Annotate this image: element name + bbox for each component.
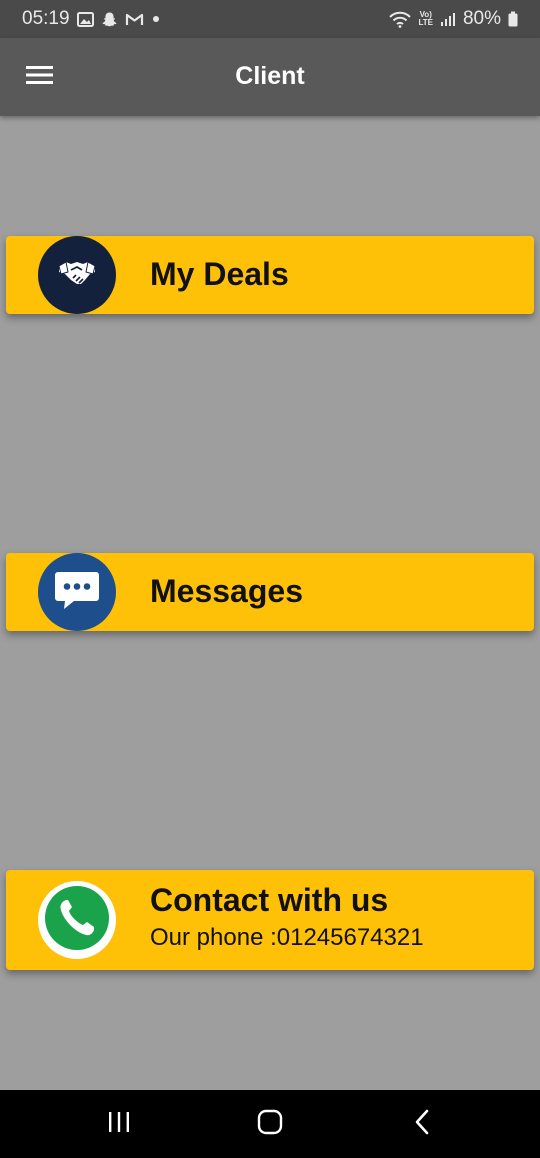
my-deals-card[interactable]: My Deals [6, 236, 534, 314]
contact-phone: Our phone :01245674321 [150, 924, 424, 951]
snapchat-notification-icon [101, 11, 118, 28]
gallery-notification-icon [76, 11, 94, 27]
wifi-icon [389, 11, 412, 28]
handshake-icon [57, 256, 97, 295]
home-icon [257, 1109, 283, 1140]
contact-title: Contact with us [150, 882, 389, 918]
my-deals-label: My Deals [150, 256, 289, 292]
more-notifications-dot-icon [151, 14, 161, 24]
recent-apps-icon [107, 1111, 131, 1138]
network-type-label: LTE [418, 18, 433, 27]
messages-label: Messages [150, 573, 303, 609]
app-toolbar: Client [0, 38, 540, 116]
status-bar: 05:19 Vo) LTE 80% [0, 0, 540, 38]
volte-lte-icon: Vo) LTE [418, 10, 433, 27]
system-navigation-bar [0, 1090, 540, 1158]
messages-icon-circle [38, 553, 116, 631]
page-title: Client [235, 62, 305, 90]
battery-percent: 80% [462, 8, 501, 29]
contact-icon-circle [38, 881, 116, 959]
whatsapp-phone-icon [42, 883, 112, 958]
messages-card[interactable]: Messages [6, 553, 534, 631]
recent-apps-button[interactable] [89, 1102, 149, 1146]
back-button[interactable] [392, 1102, 452, 1146]
status-left: 05:19 [22, 8, 161, 30]
home-button[interactable] [240, 1102, 300, 1146]
chat-bubble-icon [52, 568, 102, 617]
my-deals-icon-circle [38, 236, 116, 314]
battery-icon [508, 11, 518, 27]
status-time: 05:19 [22, 8, 70, 29]
contact-card[interactable]: Contact with us Our phone :01245674321 [6, 870, 534, 970]
back-chevron-icon [413, 1109, 431, 1140]
signal-strength-icon [440, 12, 456, 27]
gmail-notification-icon [125, 12, 144, 27]
status-right: Vo) LTE 80% [389, 8, 518, 30]
